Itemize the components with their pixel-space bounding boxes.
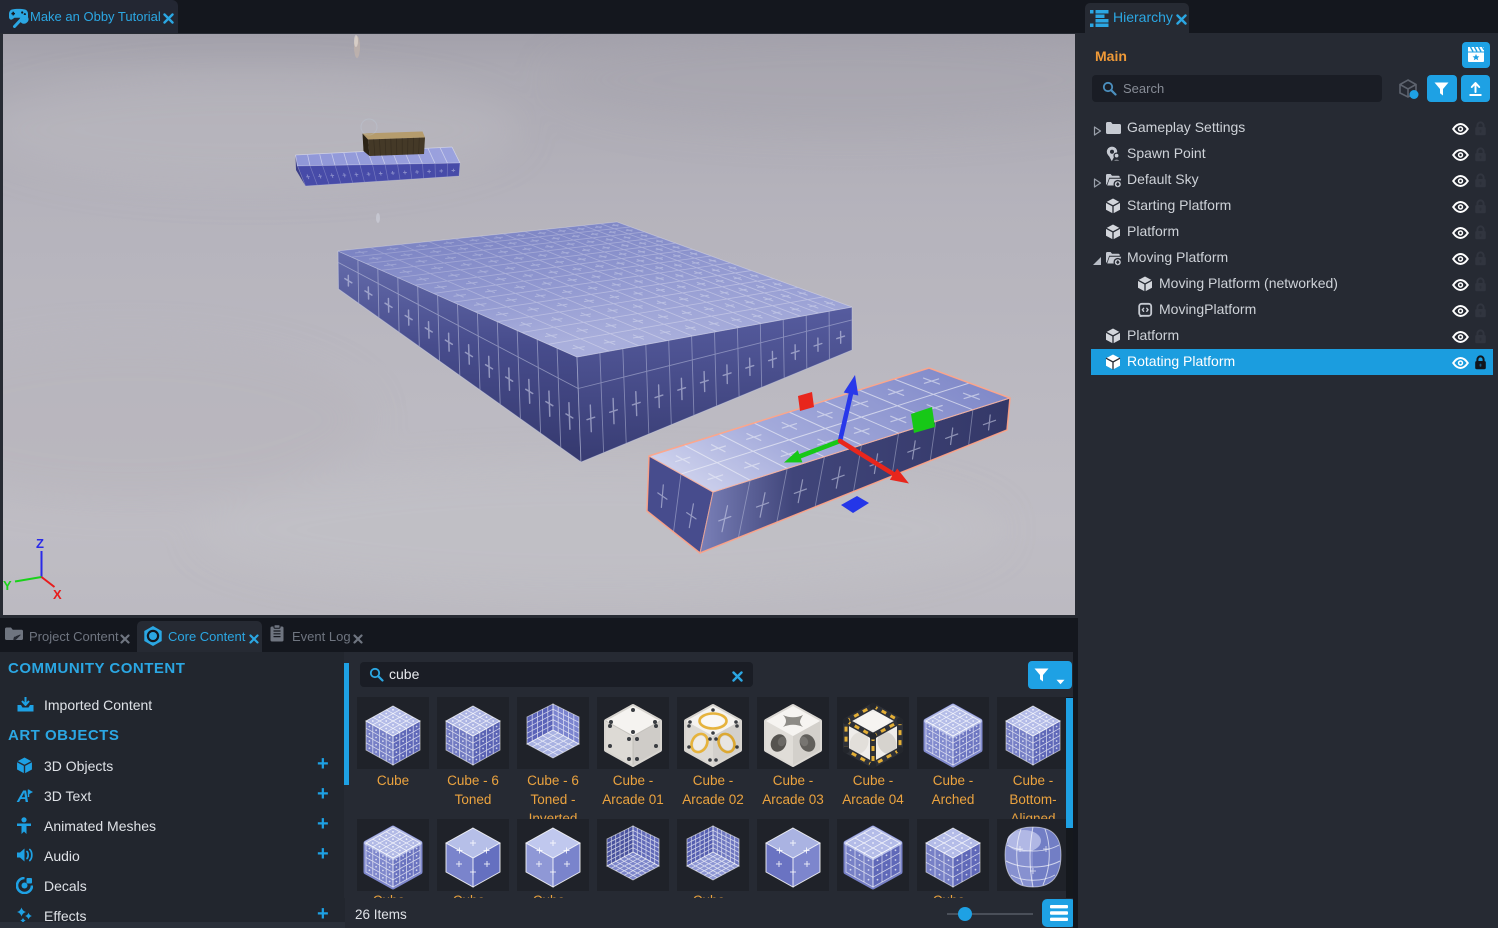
- svg-text:Y: Y: [3, 578, 12, 593]
- svg-text:A: A: [16, 787, 29, 805]
- svg-text:X: X: [53, 587, 62, 602]
- svg-text:Z: Z: [36, 536, 44, 551]
